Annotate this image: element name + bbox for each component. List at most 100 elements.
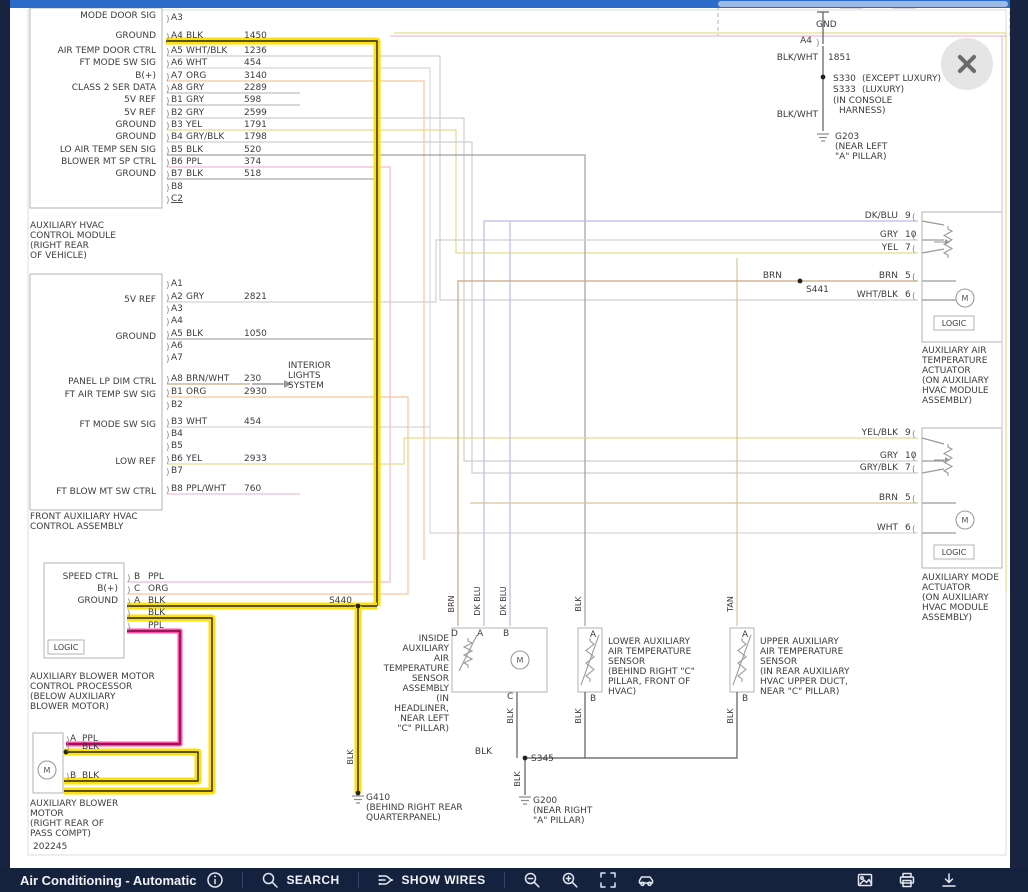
diagram-label: A <box>477 629 484 639</box>
diagram-label: CONTROL MODULE <box>30 231 116 241</box>
diagram-label: BRN <box>879 271 898 281</box>
show-wires-button[interactable]: SHOW WIRES <box>377 871 486 889</box>
pin-bracket: ) <box>166 331 170 341</box>
pin-bracket: ) <box>127 623 131 633</box>
pin-bracket: ) <box>166 171 170 181</box>
diagram-label: A7 <box>171 353 183 363</box>
pin-bracket: ) <box>166 343 170 353</box>
diagram-label: S441 <box>806 285 829 295</box>
diagram-label: QUARTERPANEL) <box>366 813 441 823</box>
pin-bracket: ) <box>166 122 170 132</box>
pin-bracket: ) <box>166 184 170 194</box>
diagram-label: BLK <box>475 747 493 757</box>
diagram-label: BLK <box>82 742 100 752</box>
diagram-label: GROUND <box>115 31 156 41</box>
diagram-label: AIR <box>434 654 449 664</box>
diagram-label: (RIGHT REAR <box>30 241 89 251</box>
diagram-label: PASS COMPT) <box>30 829 91 839</box>
diagram-label: (BEHIND RIGHT "C" <box>608 667 695 677</box>
diagram-label: A <box>742 630 749 640</box>
pin-bracket: ( <box>912 245 916 255</box>
diagram-label: 1236 <box>244 46 267 56</box>
info-icon[interactable] <box>206 871 224 889</box>
diagram-label: BLK <box>148 596 166 606</box>
diagram-label: WHT <box>877 523 899 533</box>
diagram-label: WHT/BLK <box>857 290 899 300</box>
splice-dot <box>356 604 361 609</box>
diagram-label: SPEED CTRL <box>63 572 118 582</box>
diagram-label: C2 <box>171 194 183 204</box>
zoom-out-button[interactable] <box>523 871 541 889</box>
diagram-label: 454 <box>244 58 261 68</box>
diagram-label: S330 <box>833 74 856 84</box>
diagram-label: 2289 <box>244 83 267 93</box>
diagram-label: S440 <box>329 596 352 606</box>
search-button[interactable]: SEARCH <box>261 871 339 889</box>
diagram-label: YEL/BLK <box>861 428 899 438</box>
diagram-label: 7 <box>905 463 911 473</box>
diagram-label: (EXCEPT LUXURY) <box>862 74 941 84</box>
diagram-label: B4 <box>171 429 183 439</box>
zoom-in-button[interactable] <box>561 871 579 889</box>
pin-bracket: ) <box>166 196 170 206</box>
toolbar-divider <box>504 872 505 888</box>
diagram-label: B2 <box>171 400 183 410</box>
print-button[interactable] <box>898 871 916 889</box>
diagram-label: PANEL LP DIM CTRL <box>68 377 156 387</box>
horizontal-scrollbar-thumb[interactable] <box>718 1 1008 7</box>
image-button[interactable] <box>856 871 874 889</box>
diagram-label: CLASS 2 SER DATA <box>72 83 157 93</box>
diagram-label: 5V REF <box>124 95 156 105</box>
diagram-label: (BELOW AUXILIARY <box>30 692 116 702</box>
diagram-label: A6 <box>171 58 183 68</box>
diagram-label: BRN <box>763 271 782 281</box>
save-button[interactable] <box>940 871 958 889</box>
diagram-label: 760 <box>244 484 261 494</box>
show-wires-icon <box>377 871 395 889</box>
diagram-label: BLK <box>186 31 204 41</box>
diagram-label: LOWER AUXILIARY <box>608 637 691 647</box>
diagram-label: (IN REAR AUXILIARY <box>760 667 850 677</box>
diagram-label: SENSOR <box>608 657 645 667</box>
diagram-label: 1450 <box>244 31 267 41</box>
window-top-border <box>10 0 1010 8</box>
diagram-label: HARNESS) <box>839 106 886 116</box>
diagram-label: MOTOR <box>30 809 64 819</box>
diagram-label: BLK <box>506 708 515 724</box>
splice-dot <box>798 279 803 284</box>
close-button[interactable] <box>941 38 993 90</box>
pin-bracket: ) <box>166 73 170 83</box>
diagram-label: A7 <box>171 71 183 81</box>
pin-bracket: ( <box>912 465 916 475</box>
diagram-label: 5 <box>905 271 911 281</box>
pin-bracket: ( <box>912 292 916 302</box>
diagram-label: CONTROL PROCESSOR <box>30 682 132 692</box>
wire <box>167 130 918 253</box>
pin-bracket: ) <box>166 389 170 399</box>
diagram-label: BLK <box>726 708 735 724</box>
diagram-label: 374 <box>244 157 261 167</box>
diagram-label: 6 <box>905 290 911 300</box>
diagram-canvas[interactable]: MMMM))))))))))))))))))))))))))))))))))))… <box>10 8 1010 868</box>
diagram-label: 202245 <box>33 842 67 852</box>
diagram-label: HEADLINER, <box>394 704 449 714</box>
diagram-label: GROUND <box>115 332 156 342</box>
save-icon <box>940 871 958 889</box>
diagram-label: AUXILIARY <box>402 644 449 654</box>
diagram-label: 3140 <box>244 71 267 81</box>
diagram-label: BLK/WHT <box>777 53 819 63</box>
vehicle-icon <box>637 871 655 889</box>
pin-bracket: ( <box>912 525 916 535</box>
diagram-label: PPL <box>148 621 164 631</box>
diagram-label: MODE DOOR SIG <box>80 11 156 21</box>
diagram-label: 2933 <box>244 454 267 464</box>
pin-bracket: ) <box>166 15 170 25</box>
diagram-label: (NEAR LEFT <box>835 142 888 152</box>
motor-label: M <box>517 656 524 665</box>
diagram-label: LIGHTS <box>288 371 321 381</box>
fit-screen-button[interactable] <box>599 871 617 889</box>
diagram-label: GRY <box>880 230 899 240</box>
toolbar-divider <box>358 872 359 888</box>
diagram-label: LOGIC <box>54 643 79 652</box>
vehicle-button[interactable] <box>637 871 655 889</box>
